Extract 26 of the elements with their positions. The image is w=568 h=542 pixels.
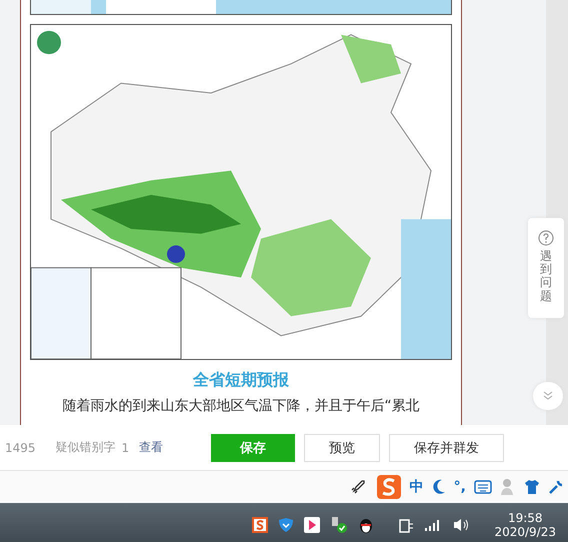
double-chevron-icon [543,391,553,401]
network-check-icon[interactable] [330,516,348,534]
section-heading: 全省短期预报 [193,370,289,391]
action-button[interactable]: 保存并群发 [389,434,504,462]
clock-time: 19:58 [508,511,543,525]
shield-icon[interactable] [278,517,294,533]
action-button[interactable]: 保存 [211,434,296,462]
punctuation-toggle[interactable]: °, [454,479,466,495]
typo-count: 1 [122,440,130,454]
article-paragraph: 随着雨水的到来山东大部地区气温下降，并且于午后“累北 [62,397,420,415]
taskbar-clock[interactable]: 19:58 2020/9/23 [494,511,556,539]
help-button[interactable]: 遇到问题 [528,218,564,318]
keyboard-icon[interactable] [474,480,492,494]
wrench-icon[interactable] [548,479,564,495]
moon-icon[interactable] [432,479,446,495]
app-icon[interactable] [304,517,320,533]
view-link[interactable]: 查看 [139,439,164,456]
input-mode-toggle[interactable]: 中 [410,478,424,496]
action-button[interactable]: 预览 [304,434,380,462]
clock-date: 2020/9/23 [494,525,556,539]
volume-icon[interactable] [452,517,470,533]
ime-logo-icon[interactable] [252,517,268,533]
word-count: 1495 [5,440,36,454]
typo-label: 疑似错别字 [56,439,116,456]
question-icon [538,230,554,246]
shirt-icon[interactable] [524,479,540,495]
